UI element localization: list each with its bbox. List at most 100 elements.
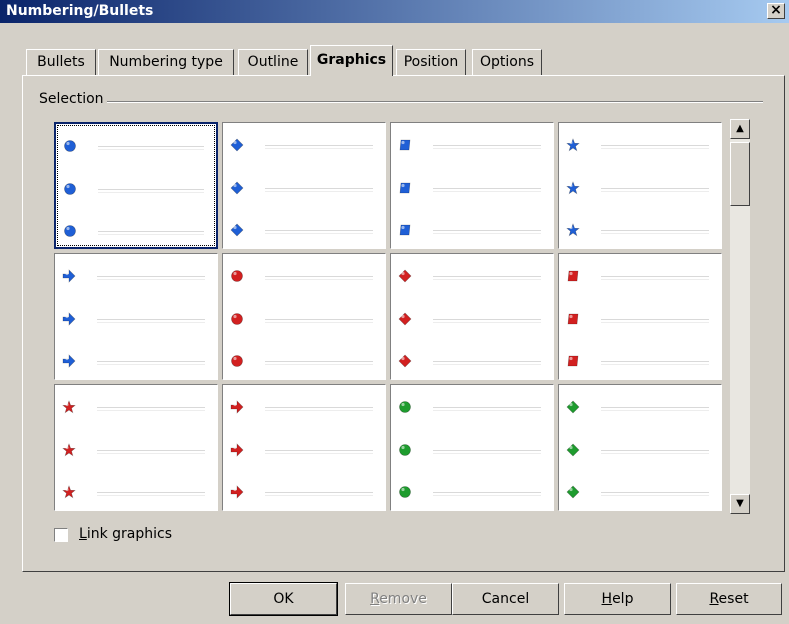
tab-options[interactable]: Options — [472, 49, 542, 75]
preview-line — [601, 410, 709, 411]
selection-group-label: Selection — [36, 91, 107, 107]
cancel-button[interactable]: Cancel — [452, 583, 559, 615]
red-arrow-icon — [230, 443, 244, 457]
tab-bullets[interactable]: Bullets — [26, 49, 96, 75]
bullet-preview-row — [223, 443, 385, 458]
reset-button[interactable]: Reset — [676, 583, 782, 615]
bullet-preview-row — [391, 269, 553, 284]
blue-sphere-icon — [63, 182, 77, 196]
blue-sphere-icon — [63, 224, 77, 238]
blue-diamond-icon — [230, 138, 244, 152]
green-sphere-icon — [398, 400, 412, 414]
preview-line — [433, 410, 541, 411]
preview-line — [433, 495, 541, 496]
tab-graphics[interactable]: Graphics — [310, 45, 393, 76]
blue-star-icon — [566, 181, 580, 195]
bullet-graphic-option[interactable] — [53, 252, 219, 381]
red-square-icon — [566, 269, 580, 283]
bullet-preview-row — [559, 485, 721, 500]
green-sphere-icon — [398, 485, 412, 499]
preview-line — [265, 453, 373, 454]
bullet-graphic-option[interactable] — [221, 121, 387, 250]
preview-line — [265, 492, 373, 493]
bullet-preview-row — [55, 269, 217, 284]
red-sphere-icon — [230, 354, 244, 368]
preview-line — [97, 450, 205, 451]
preview-line — [601, 322, 709, 323]
red-arrow-icon — [230, 400, 244, 414]
selection-group-line — [36, 101, 763, 103]
preview-line — [265, 495, 373, 496]
blue-arrow-icon — [62, 269, 76, 283]
preview-line — [601, 276, 709, 277]
bullet-preview-row — [223, 485, 385, 500]
preview-line — [601, 364, 709, 365]
remove-button[interactable]: Remove — [345, 583, 452, 615]
red-square-icon — [566, 312, 580, 326]
preview-line — [433, 450, 541, 451]
red-diamond-icon — [398, 312, 412, 326]
link-graphics-checkbox[interactable] — [54, 528, 68, 542]
green-sphere-icon — [398, 443, 412, 457]
bullet-preview-row — [223, 270, 385, 284]
bullet-graphic-option[interactable] — [221, 252, 387, 381]
preview-line — [433, 233, 541, 234]
bullet-preview-row — [55, 485, 217, 500]
arrow-down-icon: ▼ — [736, 498, 744, 509]
close-icon: × — [770, 2, 782, 18]
preview-line — [601, 233, 709, 234]
red-diamond-icon — [398, 269, 412, 283]
tab-position[interactable]: Position — [396, 49, 466, 75]
bullet-preview-row — [559, 270, 721, 284]
bullet-graphic-option[interactable] — [557, 121, 723, 250]
preview-line — [601, 148, 709, 149]
bullet-graphic-option[interactable] — [389, 121, 555, 250]
help-button[interactable]: Help — [564, 583, 671, 615]
bullet-preview-row — [559, 138, 721, 153]
blue-arrow-icon — [62, 354, 76, 368]
bullet-preview-row — [391, 139, 553, 153]
bullet-graphic-option[interactable] — [53, 383, 219, 512]
red-arrow-icon — [230, 485, 244, 499]
bullet-graphic-option[interactable] — [389, 383, 555, 512]
bullet-preview-row — [55, 400, 217, 415]
preview-line — [601, 191, 709, 192]
bullet-preview-row — [223, 313, 385, 327]
blue-square-icon — [398, 223, 412, 237]
preview-line — [98, 189, 204, 190]
green-diamond-icon — [566, 400, 580, 414]
bullet-graphic-option[interactable] — [389, 252, 555, 381]
tab-outline[interactable]: Outline — [238, 49, 308, 75]
scroll-down-button[interactable]: ▼ — [730, 494, 750, 514]
preview-line — [433, 188, 541, 189]
preview-line — [97, 410, 205, 411]
preview-line — [433, 191, 541, 192]
preview-line — [433, 322, 541, 323]
preview-line — [97, 453, 205, 454]
preview-line — [265, 230, 373, 231]
red-star-icon — [62, 400, 76, 414]
bullet-preview-row — [223, 223, 385, 238]
ok-button[interactable]: OK — [229, 582, 338, 616]
preview-line — [97, 492, 205, 493]
preview-line — [97, 407, 205, 408]
preview-line — [433, 453, 541, 454]
scroll-up-button[interactable]: ▲ — [730, 119, 750, 139]
preview-line — [433, 492, 541, 493]
tab-numbering-type[interactable]: Numbering type — [98, 49, 234, 75]
bullet-graphic-option[interactable] — [557, 252, 723, 381]
preview-line — [98, 149, 204, 150]
close-button[interactable]: × — [767, 3, 785, 19]
link-graphics-label[interactable]: Link graphics — [79, 526, 172, 542]
scrollbar-thumb[interactable] — [730, 142, 750, 206]
red-star-icon — [62, 443, 76, 457]
bullet-graphic-option[interactable] — [557, 383, 723, 512]
bullet-preview-row — [559, 400, 721, 415]
arrow-up-icon: ▲ — [736, 123, 744, 134]
blue-diamond-icon — [230, 181, 244, 195]
green-diamond-icon — [566, 443, 580, 457]
bullet-graphic-option[interactable] — [53, 121, 219, 250]
bullet-preview-row — [56, 225, 216, 239]
preview-line — [265, 279, 373, 280]
bullet-graphic-option[interactable] — [221, 383, 387, 512]
